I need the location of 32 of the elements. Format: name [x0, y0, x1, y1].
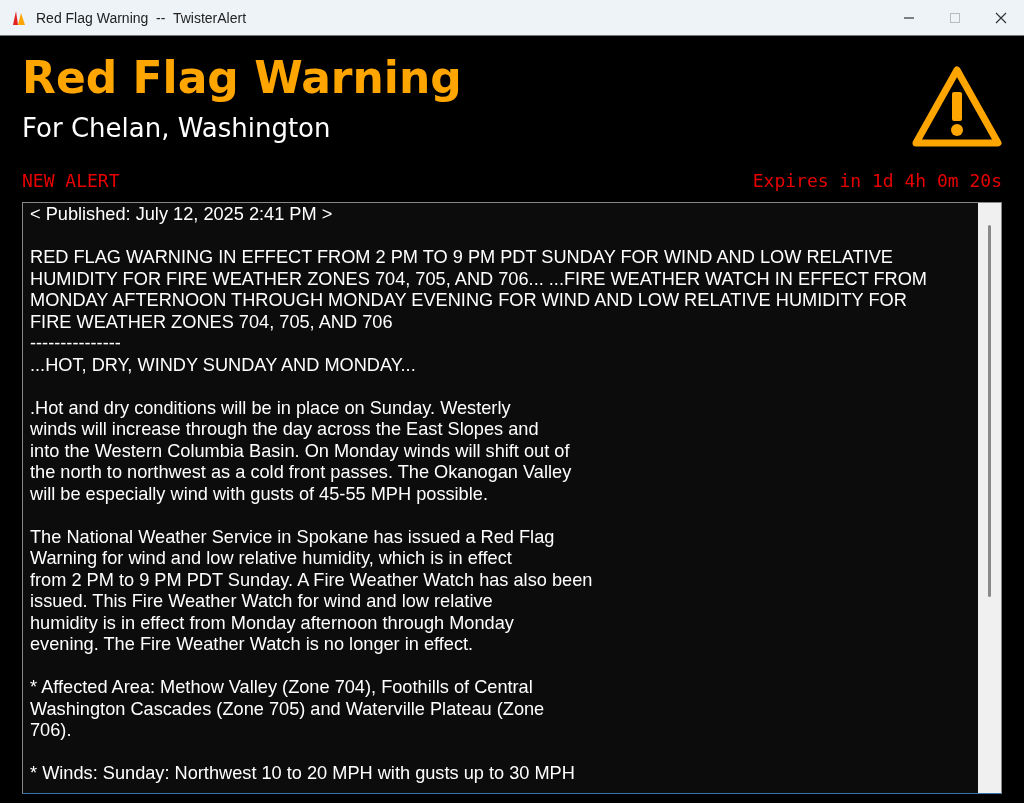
window-title: Red Flag Warning -- TwisterAlert	[36, 9, 248, 26]
maximize-icon	[949, 11, 961, 24]
message-line: * Winds: Sunday: Northwest 10 to 20 MPH with gusts up to 30 MPH	[30, 763, 576, 785]
message-line: humidity is in effect from Monday afternoon through Monday	[30, 612, 515, 634]
message-line: from 2 PM to 9 PM PDT Sunday. A Fire Weather Watch has also been	[30, 569, 594, 591]
scrollbar[interactable]	[978, 203, 1001, 793]
message-line: RED FLAG WARNING IN EFFECT FROM 2 PM TO 9 PM PDT SUNDAY FOR WIND AND LOW RELATIVE	[30, 247, 894, 269]
message-line: evening. The Fire Weather Watch is no longer in effect.	[30, 634, 475, 656]
message-line: * Affected Area: Methow Valley (Zone 704), Foothills of Central	[30, 677, 534, 699]
expiry-countdown: Expires in 1d 4h 0m 20s	[752, 169, 1002, 191]
message-line: into the Western Columbia Basin. On Monday winds will shift out of	[30, 440, 571, 462]
alert-location: For Chelan, Washington	[22, 112, 332, 145]
warning-icon	[912, 66, 1002, 148]
close-icon	[995, 11, 1007, 24]
message-line: The National Weather Service in Spokane has issued a Red Flag	[30, 526, 556, 548]
message-line: .Hot and dry conditions will be in place on Sunday. Westerly	[30, 397, 512, 419]
message-line: FIRE WEATHER ZONES 704, 705, AND 706	[30, 311, 394, 333]
message-line: Washington Cascades (Zone 705) and Waterville Plateau (Zone	[30, 698, 546, 720]
message-text-area[interactable]	[22, 202, 1002, 794]
message-line: winds will increase through the day across the East Slopes and	[30, 419, 540, 441]
message-line: ...HOT, DRY, WINDY SUNDAY AND MONDAY...	[30, 354, 417, 376]
message-line: 706).	[30, 720, 73, 742]
message-line: will be especially wind with gusts of 45-55 MPH possible.	[30, 483, 489, 505]
message-line: MONDAY AFTERNOON THROUGH MONDAY EVENING FOR WIND AND LOW RELATIVE HUMIDITY FOR	[30, 290, 908, 312]
message-line: Warning for wind and low relative humidity, which is in effect	[30, 548, 513, 570]
alert-status: NEW ALERT	[22, 169, 120, 191]
message-line: < Published: July 12, 2025 2:41 PM >	[30, 204, 334, 226]
alert-title: Red Flag Warning	[22, 51, 462, 105]
message-line: HUMIDITY FOR FIRE WEATHER ZONES 704, 705, AND 706... ...FIRE WEATHER WATCH IN EFFECT FROM	[30, 268, 929, 290]
message-line: the north to northwest as a cold front passes. The Okanogan Valley	[30, 462, 573, 484]
message-line: ---------------	[30, 333, 122, 355]
message-line: issued. This Fire Weather Watch for wind and low relative	[30, 591, 494, 613]
